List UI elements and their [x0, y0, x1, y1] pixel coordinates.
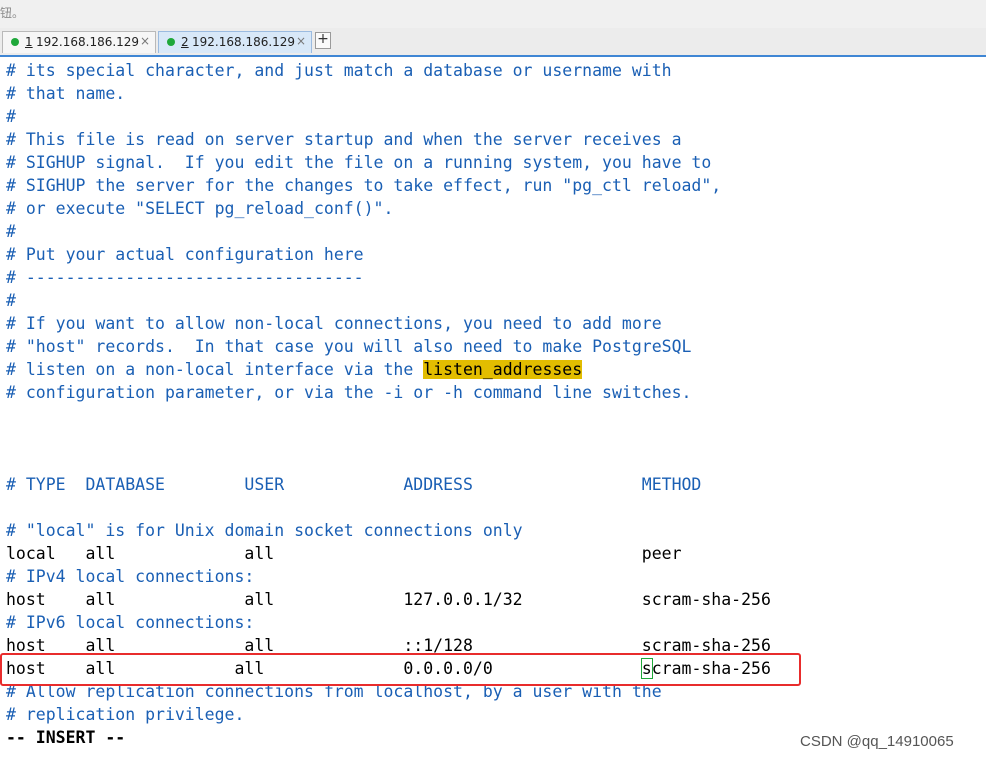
- close-icon[interactable]: ×: [296, 34, 306, 48]
- terminal-line: host all all 127.0.0.1/32 scram-sha-256: [6, 590, 771, 609]
- terminal-line: # listen on a non-local interface via th…: [6, 358, 583, 381]
- connected-status-icon: [11, 38, 19, 46]
- terminal-line: # ----------------------------------: [6, 268, 364, 287]
- highlight-annotation-box: [0, 653, 801, 686]
- terminal-line: local all all peer: [6, 544, 682, 563]
- terminal-line: # configuration parameter, or via the -i…: [6, 383, 692, 402]
- window-top-strip: 钮。: [0, 0, 986, 28]
- tab-session-1[interactable]: 1 192.168.186.129 ×: [2, 31, 156, 53]
- terminal-line: #: [6, 291, 16, 310]
- terminal-line: # "host" records. In that case you will …: [6, 337, 692, 356]
- terminal-line-text: # listen on a non-local interface via th…: [6, 360, 424, 379]
- tab-session-2[interactable]: 2 192.168.186.129 ×: [158, 31, 312, 53]
- terminal-viewport[interactable]: # its special character, and just match …: [0, 57, 986, 760]
- terminal-line: #: [6, 222, 16, 241]
- terminal-line: # Put your actual configuration here: [6, 245, 364, 264]
- terminal-line: # SIGHUP the server for the changes to t…: [6, 176, 722, 195]
- tab-number: 2: [181, 35, 189, 49]
- new-tab-button[interactable]: +: [315, 32, 331, 49]
- terminal-line: # "local" is for Unix domain socket conn…: [6, 521, 523, 540]
- tab-host-label: 192.168.186.129: [36, 35, 140, 49]
- terminal-line: # This file is read on server startup an…: [6, 130, 682, 149]
- tab-host-label: 192.168.186.129: [192, 35, 296, 49]
- terminal-line: # its special character, and just match …: [6, 61, 672, 80]
- connected-status-icon: [167, 38, 175, 46]
- terminal-line: #: [6, 107, 16, 126]
- terminal-line: # TYPE DATABASE USER ADDRESS METHOD: [6, 475, 702, 494]
- vim-mode-indicator: -- INSERT --: [6, 728, 126, 747]
- watermark-text: CSDN @qq_14910065: [800, 733, 954, 750]
- terminal-line: # that name.: [6, 84, 126, 103]
- terminal-line: # IPv4 local connections:: [6, 567, 255, 586]
- tab-number: 1: [25, 35, 33, 49]
- terminal-line: # IPv6 local connections:: [6, 613, 255, 632]
- terminal-line: # SIGHUP signal. If you edit the file on…: [6, 153, 712, 172]
- close-icon[interactable]: ×: [140, 34, 150, 48]
- search-highlight: listen_addresses: [423, 360, 583, 379]
- terminal-line: # If you want to allow non-local connect…: [6, 314, 662, 333]
- terminal-line: # replication privilege.: [6, 705, 245, 724]
- session-tab-bar: 1 192.168.186.129 × 2 192.168.186.129 ×: [0, 28, 986, 57]
- truncated-window-text: 钮。: [0, 6, 25, 20]
- terminal-line: # or execute "SELECT pg_reload_conf()".: [6, 199, 394, 218]
